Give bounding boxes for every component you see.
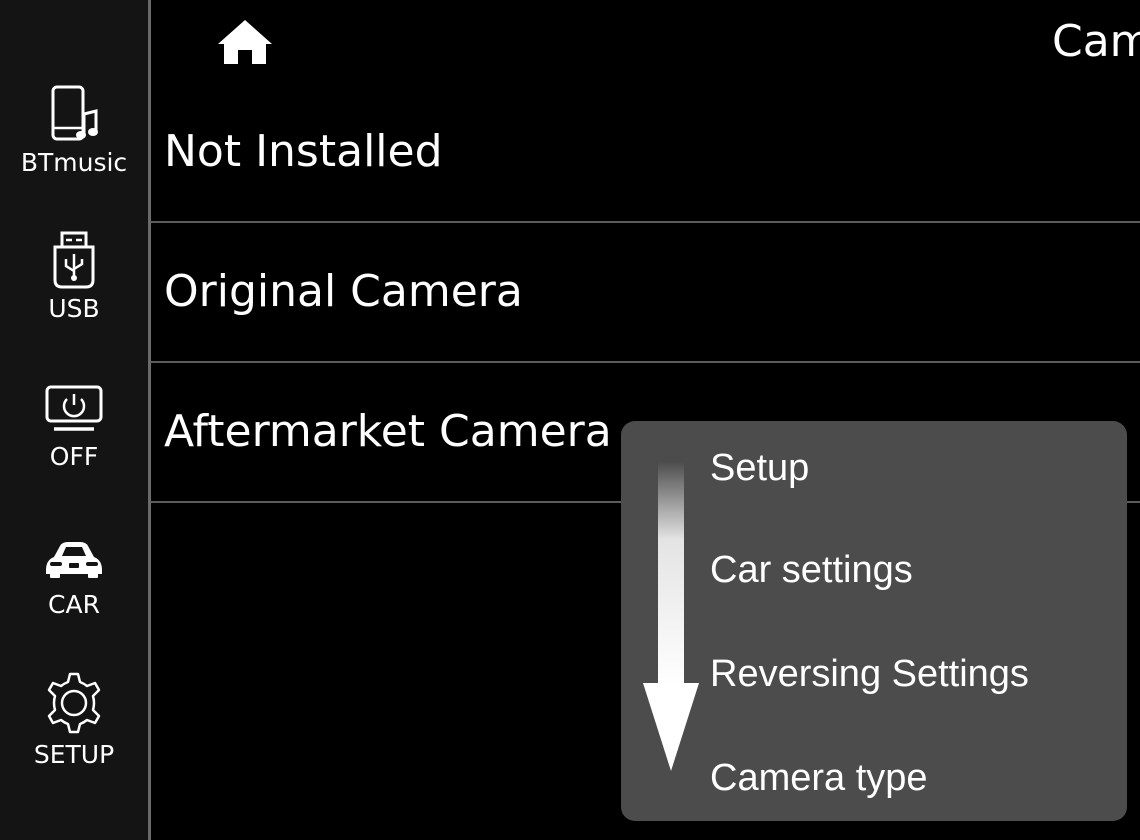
hint-step-setup: Setup — [710, 447, 810, 489]
sidebar-item-btmusic[interactable]: BTmusic — [0, 84, 148, 214]
screen-power-icon — [45, 385, 103, 431]
navigation-hint-panel: Setup Car settings Reversing Settings Ca… — [621, 421, 1127, 821]
sidebar-item-off[interactable]: OFF — [0, 378, 148, 508]
sidebar-item-label: CAR — [48, 590, 100, 619]
down-arrow-icon — [643, 461, 699, 771]
page-title: Cam — [1052, 16, 1140, 67]
home-icon — [218, 20, 272, 64]
option-not-installed[interactable]: Not Installed — [151, 82, 1140, 223]
hint-step-reversing-settings: Reversing Settings — [710, 653, 1029, 695]
sidebar-item-car[interactable]: CAR — [0, 530, 148, 660]
sidebar-item-setup[interactable]: SETUP — [0, 670, 148, 800]
sidebar-item-usb[interactable]: USB — [0, 230, 148, 360]
option-original-camera[interactable]: Original Camera — [151, 222, 1140, 363]
gear-icon — [47, 672, 101, 734]
sidebar: BTmusic USB OFF CAR SETUP — [0, 0, 148, 840]
sidebar-item-label: OFF — [49, 442, 99, 471]
option-label: Aftermarket Camera — [164, 406, 612, 457]
option-label: Original Camera — [164, 266, 523, 317]
sidebar-item-label: USB — [48, 294, 100, 323]
car-icon — [46, 542, 102, 578]
phone-music-icon — [51, 85, 98, 141]
hint-step-camera-type: Camera type — [710, 757, 928, 799]
home-button[interactable] — [212, 14, 278, 70]
sidebar-item-label: SETUP — [33, 740, 115, 769]
sidebar-item-label: BTmusic — [20, 148, 128, 177]
usb-icon — [53, 231, 95, 289]
hint-step-car-settings: Car settings — [710, 549, 913, 591]
camera-type-screen: BTmusic USB OFF CAR SETUP Cam Not Instal… — [0, 0, 1140, 840]
option-label: Not Installed — [164, 126, 443, 177]
